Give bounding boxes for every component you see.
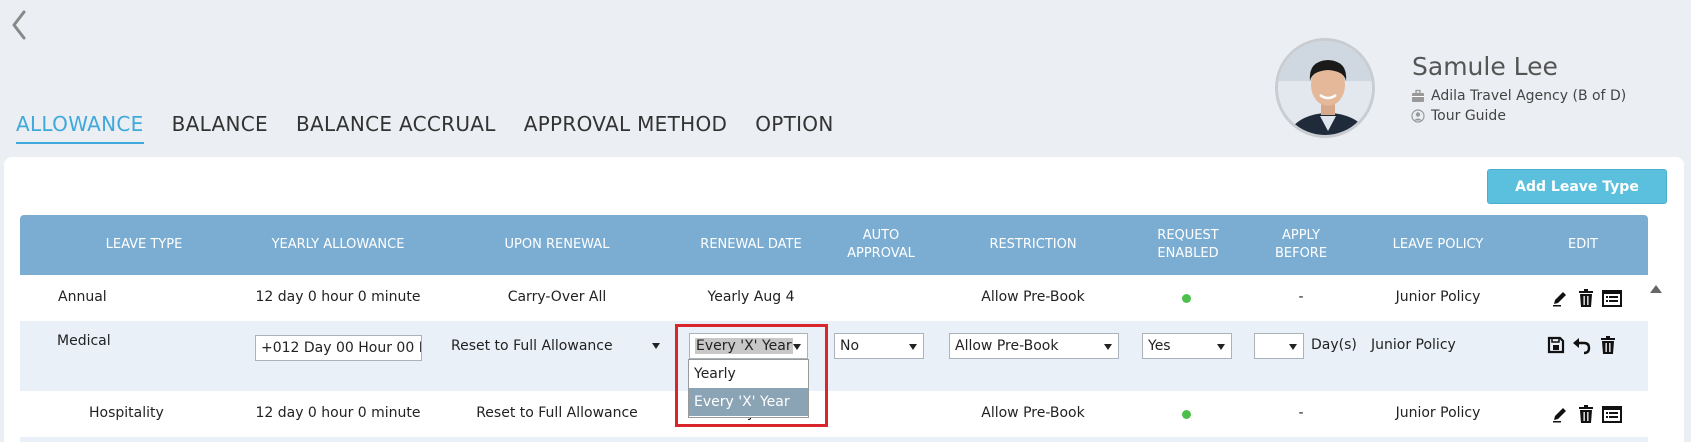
leave-type-cell: Annual [58,289,107,305]
leave-policy-cell: Junior Policy [1395,405,1481,421]
col-apply-before: APPLY BEFORE [1275,227,1327,263]
apply-before-unit: Day(s) [1311,337,1357,353]
upon-renewal-cell: Reset to Full Allowance [476,405,638,421]
col-leave-policy: LEAVE POLICY [1392,237,1484,252]
scroll-up-arrow-icon[interactable] [1650,285,1662,293]
restriction-select-value: Allow Pre-Book [955,338,1059,354]
col-yearly-allowance: YEARLY ALLOWANCE [271,237,405,252]
profile-organization: Adila Travel Agency (B of D) [1411,88,1626,104]
col-auto-approval: AUTO APPROVAL [847,227,915,263]
leave-type-cell: Medical [57,333,111,349]
auto-approval-select[interactable]: No [834,333,924,359]
row-actions [1550,404,1622,424]
apply-before-cell: - [1298,405,1304,421]
edit-pencil-icon[interactable] [1550,404,1570,424]
delete-trash-icon[interactable] [1576,288,1596,308]
restriction-cell: Allow Pre-Book [981,405,1085,421]
table-row-medical: Medical +012 Day 00 Hour 00 Mi Reset to … [20,321,1648,391]
restriction-select[interactable]: Allow Pre-Book [949,333,1119,359]
auto-approval-select-value: No [840,338,860,354]
tab-balance[interactable]: BALANCE [172,112,268,144]
profile-role: Tour Guide [1411,108,1506,124]
profile-name: Samule Lee [1412,52,1558,81]
tab-option[interactable]: OPTION [755,112,833,144]
leave-policy-cell: Junior Policy [1371,337,1456,353]
col-upon-renewal: UPON RENEWAL [504,237,610,252]
apply-before-select[interactable] [1254,333,1304,359]
request-enabled-indicator [1182,294,1191,303]
row-actions [1546,335,1618,355]
restriction-cell: Allow Pre-Book [981,289,1085,305]
chevron-down-icon [652,343,660,349]
col-edit: EDIT [1568,237,1598,252]
next-row-edge [20,437,1648,442]
renewal-date-cell: Yearly Aug 4 [707,289,795,305]
briefcase-icon [1412,89,1424,102]
col-apply-before-line1: APPLY [1281,228,1321,243]
back-arrow-icon[interactable] [6,8,32,42]
col-request-enabled: REQUEST ENABLED [1157,227,1218,263]
col-apply-before-line2: BEFORE [1274,246,1328,261]
tab-allowance[interactable]: ALLOWANCE [16,112,144,144]
upon-renewal-cell: Carry-Over All [507,289,607,305]
request-enabled-indicator [1182,410,1191,419]
chevron-down-icon [1217,344,1225,350]
profile-organization-text: Adila Travel Agency (B of D) [1431,88,1627,104]
yearly-allowance-input[interactable]: +012 Day 00 Hour 00 Mi [255,335,422,361]
add-leave-type-button[interactable]: Add Leave Type [1487,169,1667,204]
upon-renewal-select-value: Reset to Full Allowance [451,338,613,354]
delete-trash-icon[interactable] [1598,335,1618,355]
apply-before-cell: - [1298,289,1304,305]
upon-renewal-select[interactable]: Reset to Full Allowance [446,333,666,359]
col-request-enabled-line1: REQUEST [1157,228,1219,243]
chevron-down-icon [1289,344,1297,350]
col-auto-approval-line2: APPROVAL [847,246,915,261]
details-list-icon[interactable] [1602,288,1622,308]
save-icon[interactable] [1546,335,1566,355]
request-enabled-select-value: Yes [1148,338,1171,354]
tab-balance-accrual[interactable]: BALANCE ACCRUAL [296,112,496,144]
yearly-allowance-cell: 12 day 0 hour 0 minute [255,289,421,305]
delete-trash-icon[interactable] [1576,404,1596,424]
undo-icon[interactable] [1572,335,1592,355]
col-request-enabled-line2: ENABLED [1157,246,1219,261]
col-auto-approval-line1: AUTO [862,228,900,243]
table-row-annual: Annual 12 day 0 hour 0 minute Carry-Over… [20,275,1648,321]
row-actions [1550,288,1622,308]
request-enabled-select[interactable]: Yes [1142,333,1232,359]
tab-bar: ALLOWANCE BALANCE BALANCE ACCRUAL APPROV… [16,112,834,144]
profile-role-text: Tour Guide [1431,108,1506,124]
table-header: LEAVE TYPE YEARLY ALLOWANCE UPON RENEWAL… [20,215,1648,275]
leave-type-cell: Hospitality [89,405,164,421]
yearly-allowance-cell: 12 day 0 hour 0 minute [255,405,421,421]
highlight-box [675,324,828,427]
edit-pencil-icon[interactable] [1550,288,1570,308]
col-leave-type: LEAVE TYPE [105,237,183,252]
table-row-hospitality: Hospitality 12 day 0 hour 0 minute Reset… [20,391,1648,437]
details-list-icon[interactable] [1602,404,1622,424]
col-restriction: RESTRICTION [989,237,1077,252]
leave-policy-cell: Junior Policy [1395,289,1481,305]
avatar [1275,38,1375,138]
col-renewal-date: RENEWAL DATE [700,237,802,252]
chevron-down-icon [1104,344,1112,350]
tab-approval-method[interactable]: APPROVAL METHOD [524,112,727,144]
chevron-down-icon [909,344,917,350]
user-circle-icon [1411,109,1425,123]
